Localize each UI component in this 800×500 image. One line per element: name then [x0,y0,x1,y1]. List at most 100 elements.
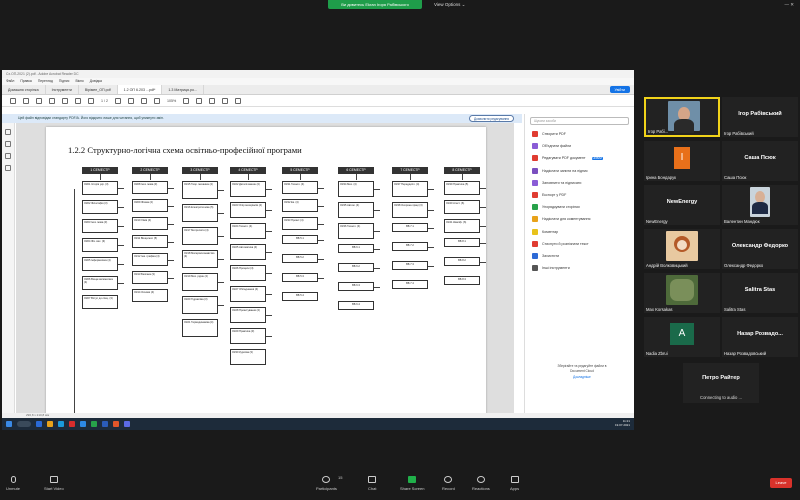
participant-tile[interactable]: Олександр Федорко Олександр Федорко [722,229,798,269]
select-cursor-icon[interactable] [115,97,121,104]
tool-item[interactable]: Редагувати PDF документ НОВИЙ [525,152,634,164]
menu-sign[interactable]: Підпис [59,78,70,85]
view-options-button[interactable]: View Options ⌄ [434,0,465,9]
participant-tile[interactable]: Петро Райтер Connecting to audio ... [683,363,759,403]
tool-icon [532,179,538,186]
save-icon[interactable] [10,97,16,104]
acrobat-title-bar: Сх.ОП-2021 (2).pdf - Adobe Acrobat Reade… [2,70,634,78]
share-screen-button[interactable]: Share Screen [400,476,424,491]
mail-icon[interactable] [49,97,55,104]
zoom-app-icon[interactable] [80,421,86,427]
participant-tile[interactable]: Ігор Рабівський Ігор Рабівський [722,97,798,137]
learn-more-link[interactable]: Докладніше [537,375,627,380]
participant-tile[interactable]: A Nadia Zbrui [644,317,720,357]
participant-tile[interactable]: NewEnergy NewEnergy [644,185,720,225]
menu-edit[interactable]: Правка [20,78,31,85]
bookmarks-icon[interactable] [5,141,11,147]
edge-icon[interactable] [36,421,42,427]
hand-tool-icon[interactable] [128,97,134,104]
participant-tile[interactable]: Salitra Stas Salitra Stas [722,273,798,313]
elective-box: ВБ 5.1 [282,235,318,244]
comment-icon[interactable] [196,97,203,104]
connector-line [428,265,434,267]
apps-label: Apps [510,486,520,491]
participant-tile[interactable]: Max Korsakas [644,273,720,313]
attachments-icon[interactable] [5,153,11,159]
participant-tile-video[interactable]: Ігор Рабі... [644,97,720,137]
window-controls[interactable]: — ✕ [784,2,794,8]
document-heading: 1.2.2 Структурно-логічна схема освітньо-… [68,145,302,155]
fit-page-icon[interactable] [183,97,190,104]
menu-window[interactable]: Вікно [75,78,83,85]
tab-document-3[interactable]: 1.3 Матриця.ро... [162,85,204,94]
tab-document-2[interactable]: 1.2 ОП 6.203 ...pdf* [117,85,163,94]
tool-item[interactable]: Надіслати запити на підпис [525,165,634,177]
highlight-icon[interactable] [209,97,216,104]
participant-tile[interactable]: Назар Розвадо... Назар Розвадовський [722,317,798,357]
leave-meeting-button[interactable]: Leave [770,478,792,488]
reactions-button[interactable]: Reactions [472,476,490,491]
sign-in-button[interactable]: Увійти [609,86,630,93]
participant-profile-photo [666,275,698,305]
menu-view[interactable]: Перегляд [38,78,53,85]
unmute-button[interactable]: Unmute [6,476,20,491]
page-up-icon[interactable] [75,97,81,104]
chat-button[interactable]: Chat [368,476,376,491]
word-icon[interactable] [102,421,108,427]
zoom-in-icon[interactable] [154,97,160,104]
connector-line [118,226,124,227]
store-icon[interactable] [58,421,64,427]
tool-item[interactable]: Захистити [525,250,634,262]
tab-home[interactable]: Домашня сторінка [2,85,46,94]
acrobat-icon[interactable] [69,421,75,427]
layers-icon[interactable] [5,165,11,171]
sign-icon[interactable] [222,97,229,104]
bookmark-icon[interactable] [23,97,29,104]
powerpoint-icon[interactable] [113,421,119,427]
share-icon[interactable] [235,97,242,104]
page-down-icon[interactable] [88,97,94,104]
zoom-level[interactable]: 105% [167,99,176,103]
tab-document-1[interactable]: Вірімеп_ОП.pdf [79,85,118,94]
tool-item[interactable]: Стиснути й розпізнати текст [525,238,634,250]
start-video-button[interactable]: Start Video [44,476,64,491]
course-box: ОК03 Іноз. мова (3) [82,219,118,233]
tool-item[interactable]: Створити PDF [525,128,634,140]
participant-tile[interactable]: I Ірина Бондарук [644,141,720,181]
explorer-icon[interactable] [47,421,53,427]
excel-icon[interactable] [91,421,97,427]
menu-file[interactable]: Файл [6,78,14,85]
teams-icon[interactable] [124,421,130,427]
tab-tools[interactable]: Інструменти [46,85,79,94]
record-button[interactable]: Record [442,476,455,491]
participants-button[interactable]: Participants 15 [316,475,342,491]
tool-item[interactable]: Заповнити та підписати [525,177,634,189]
print-icon[interactable] [36,97,42,104]
unmute-label: Unmute [6,486,21,491]
search-icon[interactable] [62,97,68,104]
tool-item[interactable]: Інші інструменти [525,262,634,274]
menu-help[interactable]: Довідка [90,78,102,85]
tool-item[interactable]: Об'єднати файли [525,140,634,152]
tools-search-input[interactable]: Шукати засоби [530,117,629,125]
windows-start-icon[interactable] [6,421,12,427]
tool-item[interactable]: Надіслати для коментування [525,213,634,225]
apps-button[interactable]: Apps [510,476,519,491]
zoom-out-icon[interactable] [141,97,147,104]
viewing-screen-banner[interactable]: Ви дивитесь Ekran Ігоря Рабівського [328,0,422,9]
elective-box: ВБ 5.4 [282,292,318,301]
tool-item[interactable]: Упорядкувати сторінки [525,201,634,213]
taskbar-clock[interactable]: 11:21 19.07.2021 [615,420,630,427]
document-view[interactable]: 1.2.2 Структурно-логічна схема освітньо-… [16,123,514,425]
taskbar-search[interactable] [17,421,31,427]
page-indicator[interactable]: 1 / 2 [101,99,108,103]
page-thumbnails-icon[interactable] [5,129,11,135]
enable-editing-button[interactable]: Дозволити редагування [468,115,514,122]
participant-tile[interactable]: Саша Псюк Саша Псюк [722,141,798,181]
participant-tile[interactable]: Валентин Мандюк [722,185,798,225]
zoom-top-bar: Ви дивитесь Ekran Ігоря Рабівського View… [0,0,800,10]
tool-item[interactable]: Коментар [525,226,634,238]
tool-item[interactable]: Експорт у PDF [525,189,634,201]
participant-tile[interactable]: Андрій Волковицький [644,229,720,269]
connector-line [118,245,124,246]
